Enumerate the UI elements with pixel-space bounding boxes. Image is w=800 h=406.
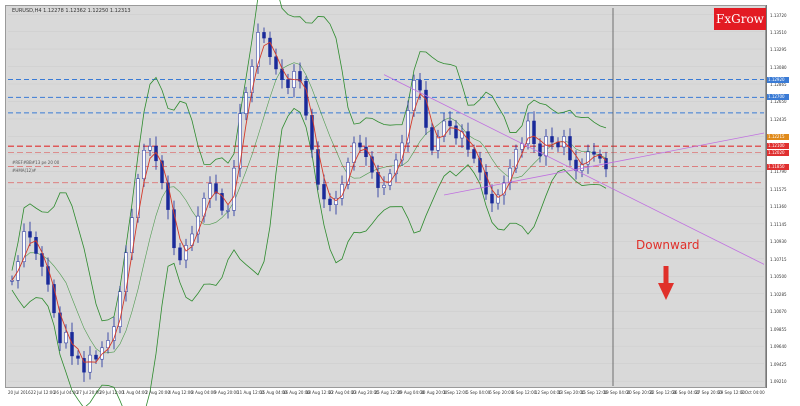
candle-body [268,37,272,58]
candle-body [532,120,536,145]
candle-body [88,354,92,373]
candle-body [226,210,230,212]
y-tick-label: 1.13720 [770,12,787,18]
candle-body [10,280,14,282]
brand-logo: FxGrow [714,8,766,30]
candle-body [148,145,152,151]
x-tick-label: 2 Aug 20:00 [145,390,170,395]
candle-body [64,332,68,344]
candle-body [322,184,326,200]
bollinger-middle [11,62,607,354]
candle-body [178,247,182,261]
y-tick-label: 1.11790 [770,169,787,175]
candle-body [430,127,434,151]
candle-body [520,143,524,150]
moving-average-line [11,41,607,363]
x-tick-label: 8 Sep 12:00 [512,390,537,395]
down-arrow-shaft [663,266,669,284]
candle-body [382,184,386,188]
candle-body [418,80,422,91]
candle-body [412,80,416,111]
candle-body [544,136,548,157]
y-tick-label: 1.11145 [770,221,787,227]
candle-body [538,143,542,157]
y-tick-label: 1.12435 [770,116,787,122]
price-tag: 1.12700 [767,94,789,101]
candle-body [262,32,266,39]
candle-body [550,136,554,143]
x-tick-label: 9 Aug 20:00 [214,390,239,395]
candle-body [76,355,80,359]
y-tick-label: 1.10930 [770,239,787,245]
x-tick-label: 29 Jul 12:00 [99,390,124,395]
candle-body [334,197,338,205]
candle-body [304,80,308,116]
indicator-label-bollinger: #REF#BB#13 pe 20 00 [12,160,60,165]
price-tag: 1.12215 [767,133,789,140]
y-tick-label: 1.10500 [770,274,787,280]
x-tick-label: 22 Jul 12:00 [30,390,55,395]
candle-body [592,151,596,155]
down-arrow-icon [658,283,674,300]
x-tick-label: 1 Sep 12:00 [443,390,468,395]
x-tick-label: 4 Aug 12:00 [168,390,193,395]
x-tick-label: 20 Jul 2016 [8,390,31,395]
x-tick-label: 27 Jul 20:00 [76,390,101,395]
y-tick-label: 1.10070 [770,309,787,315]
candle-body [352,142,356,163]
price-tag: 1.12920 [767,76,789,83]
y-tick-label: 1.09210 [770,379,787,385]
y-tick-label: 1.09855 [770,326,787,332]
ascending-trend-line [443,132,765,196]
y-tick-label: 1.13295 [770,47,787,53]
y-tick-label: 1.13510 [770,29,787,35]
price-tag: 1.12020 [767,149,789,156]
candle-body [328,198,332,205]
y-tick-label: 1.10715 [770,256,787,262]
candle-body [490,193,494,204]
x-tick-label: 6 Sep 20:00 [489,390,514,395]
candle-body [94,354,98,360]
y-tick-label: 1.09640 [770,344,787,350]
candle-body [388,173,392,186]
y-tick-label: 1.11360 [770,204,787,210]
chart-window: EURUSD,H4 1.12278 1.12362 1.12250 1.1231… [0,0,800,406]
candle-body [454,125,458,139]
y-tick-label: 1.13080 [770,64,787,70]
x-tick-label: 1 Aug 04:00 [122,390,147,395]
candle-body [448,120,452,127]
x-tick-label: 8 Aug 04:00 [191,390,216,395]
x-tick-label: 3 Oct 04:00 [741,390,765,395]
indicator-label-hma: #HMA(12)# [12,168,37,173]
candle-body [394,159,398,175]
y-tick-label: 1.12865 [770,82,787,87]
candle-body [358,142,362,148]
forecast-label: Downward [636,238,700,252]
x-tick-label: 5 Sep 04:00 [466,390,491,395]
chart-canvas [8,0,765,406]
candle-body [286,79,290,88]
price-tag: 1.12100 [767,143,789,150]
symbol-title: EURUSD,H4 1.12278 1.12362 1.12250 1.1231… [12,8,131,14]
candle-body [244,92,248,114]
candle-body [250,66,254,93]
candle-body [208,183,212,199]
price-tag: 1.11850 [767,163,789,170]
x-tick-label: 26 Jul 04:00 [53,390,78,395]
candle-body [274,56,278,70]
candle-body [166,182,170,210]
y-tick-label: 1.10285 [770,291,787,297]
candle-body [28,231,32,238]
candle-body [34,236,38,254]
y-tick-label: 1.09425 [770,361,787,367]
candle-body [184,245,188,261]
y-tick-label: 1.11575 [770,186,787,192]
candle-body [142,150,146,179]
candle-body [472,149,476,159]
candle-body [508,167,512,184]
